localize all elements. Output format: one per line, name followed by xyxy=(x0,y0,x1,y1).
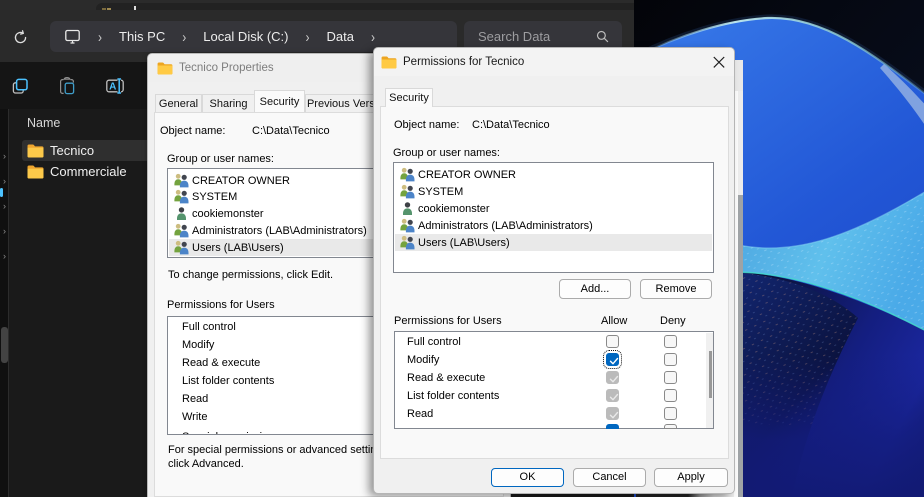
svg-text:A: A xyxy=(109,81,116,92)
